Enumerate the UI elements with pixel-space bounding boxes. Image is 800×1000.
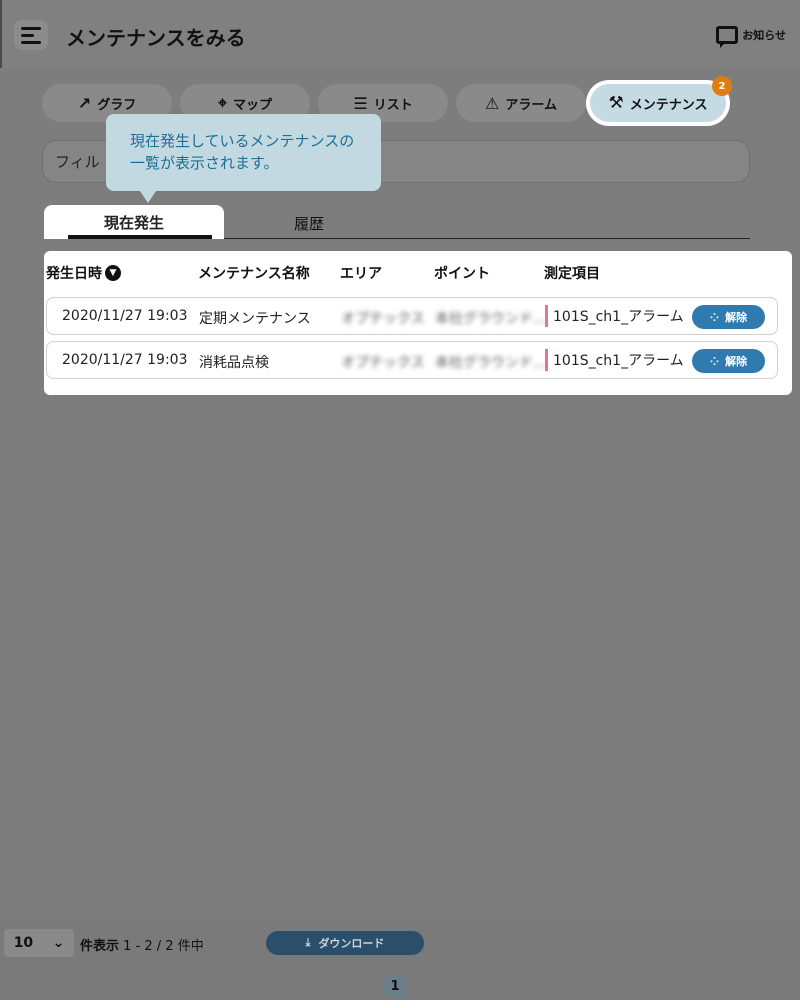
hamburger-menu-icon[interactable] xyxy=(14,20,48,50)
download-label: ダウンロード xyxy=(318,937,385,950)
cell-datetime: 2020/11/27 19:03 xyxy=(62,308,188,324)
spinner-icon: ⁘ xyxy=(709,354,720,368)
result-count: 件表示 1 - 2 / 2 件中 xyxy=(80,935,204,954)
measure-color-marker xyxy=(545,349,548,371)
table-row[interactable]: 2020/11/27 19:03 消耗品点検 オプテックス 本社グラウンド… 1… xyxy=(46,341,778,379)
page-size-value: 10 xyxy=(13,935,34,951)
column-header-area: エリア xyxy=(340,266,382,282)
pagination-page[interactable]: 1 xyxy=(383,974,407,998)
cell-measure: 101S_ch1_アラーム xyxy=(545,305,684,327)
cell-measure-label: 101S_ch1_アラーム xyxy=(553,309,684,325)
spinner-icon: ⁘ xyxy=(709,310,720,324)
release-button[interactable]: ⁘ 解除 xyxy=(692,349,765,373)
message-icon xyxy=(716,26,739,48)
download-button[interactable]: ⤓ ダウンロード xyxy=(266,931,424,955)
tab-graph-label: グラフ xyxy=(97,97,137,113)
tab-list-label: リスト xyxy=(373,97,413,113)
cell-datetime: 2020/11/27 19:03 xyxy=(62,352,188,368)
chevron-down-icon: ⌄ xyxy=(52,935,65,951)
cell-point: 本社グラウンド… xyxy=(435,311,547,327)
column-header-datetime-label: 発生日時 xyxy=(46,266,102,282)
tab-maintenance-label: メンテナンス xyxy=(629,97,708,113)
map-pin-icon: ⌖ xyxy=(217,93,227,112)
list-icon: ☰ xyxy=(353,93,368,113)
tools-icon: ⚒ xyxy=(608,93,624,113)
measure-color-marker xyxy=(545,305,548,327)
tab-maintenance-inner: ⚒ メンテナンス xyxy=(590,84,726,122)
tab-alarm-label: アラーム xyxy=(505,97,557,113)
guide-tooltip: 現在発生しているメンテナンスの 一覧が表示されます。 xyxy=(106,114,381,203)
tab-maintenance[interactable]: ⚒ メンテナンス 2 xyxy=(586,76,732,126)
cell-measure-label: 101S_ch1_アラーム xyxy=(553,353,684,369)
tooltip-line-1: 現在発生しているメンテナンスの xyxy=(130,132,355,150)
maintenance-table: 発生日時 ▼ メンテナンス名称 エリア ポイント 測定項目 2020/11/27… xyxy=(44,251,792,395)
cell-name: 定期メンテナンス xyxy=(199,311,311,327)
tooltip-line-2: 一覧が表示されます。 xyxy=(130,154,279,172)
column-header-point: ポイント xyxy=(434,266,490,282)
app-header: メンテナンスをみる お知らせ xyxy=(0,0,800,68)
download-icon: ⤓ xyxy=(305,936,311,949)
page-title: メンテナンスをみる xyxy=(66,26,246,50)
tab-history[interactable]: 履歴 xyxy=(294,213,324,234)
column-header-measure: 測定項目 xyxy=(544,266,600,282)
cell-name: 消耗品点検 xyxy=(199,355,269,371)
cell-measure: 101S_ch1_アラーム xyxy=(545,349,684,371)
tab-map-label: マップ xyxy=(233,97,273,113)
release-button-label: 解除 xyxy=(725,355,748,368)
notice-label: お知らせ xyxy=(742,29,786,42)
tab-alarm[interactable]: ⚠ アラーム xyxy=(456,84,586,122)
page-size-suffix: 件表示 xyxy=(80,939,120,954)
cell-area: オプテックス xyxy=(341,311,425,327)
column-header-datetime[interactable]: 発生日時 ▼ xyxy=(46,263,121,283)
notice-button[interactable]: お知らせ xyxy=(716,26,786,48)
cell-point: 本社グラウンド… xyxy=(435,355,547,371)
cell-area: オプテックス xyxy=(341,355,425,371)
release-button-label: 解除 xyxy=(725,311,748,324)
page-size-select[interactable]: 10 ⌄ xyxy=(4,929,74,957)
warning-icon: ⚠ xyxy=(485,93,500,113)
status-subtabs: 現在発生 履歴 xyxy=(44,205,750,239)
release-button[interactable]: ⁘ 解除 xyxy=(692,305,765,329)
sort-desc-icon[interactable]: ▼ xyxy=(105,265,121,281)
table-row[interactable]: 2020/11/27 19:03 定期メンテナンス オプテックス 本社グラウンド… xyxy=(46,297,778,335)
maintenance-count-badge: 2 xyxy=(712,76,732,96)
tab-current[interactable]: 現在発生 xyxy=(44,205,224,239)
column-header-name: メンテナンス名称 xyxy=(198,266,310,282)
table-footer: 10 ⌄ 件表示 1 - 2 / 2 件中 ⤓ ダウンロード 1 xyxy=(0,920,800,1000)
chart-line-icon: ↗ xyxy=(77,93,92,113)
filter-placeholder: フィル xyxy=(55,153,100,171)
result-range: 1 - 2 / 2 件中 xyxy=(123,939,204,954)
